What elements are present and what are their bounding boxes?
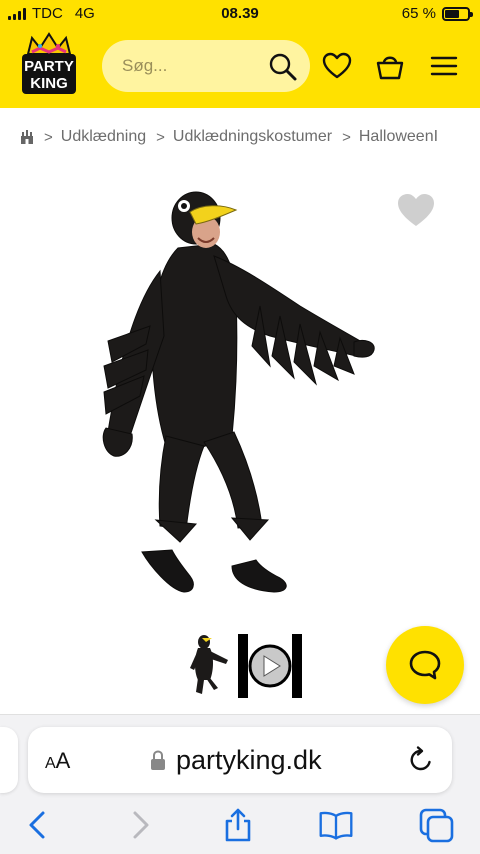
crow-costume-image [102,191,375,593]
status-right: 65 % [401,5,473,22]
battery-fill [445,9,460,18]
breadcrumb-separator: > [156,128,165,146]
partyking-logo[interactable]: PARTY KING [18,32,80,98]
thumbnail-costume[interactable] [186,628,232,698]
address-bar[interactable]: AA partyking.dk [28,727,452,793]
url-domain[interactable]: partyking.dk [176,745,322,776]
status-bar: TDC 4G 08.39 65 % [0,0,480,26]
basket-icon[interactable] [374,50,406,82]
breadcrumb-separator: > [44,128,53,146]
lock-icon [151,750,165,770]
search-icon[interactable] [268,52,298,82]
breadcrumb-item-halloween[interactable]: HalloweenI [359,128,438,146]
logo-text-bottom: KING [30,75,68,92]
text-size-button[interactable]: AA [45,748,70,774]
product-gallery[interactable] [0,166,480,616]
search-box[interactable] [102,40,310,92]
bookmarks-icon[interactable] [318,807,354,843]
heart-icon[interactable] [321,50,353,82]
text-size-small-a: A [45,755,56,772]
home-icon[interactable] [20,130,34,144]
chat-button[interactable] [386,626,464,704]
breadcrumb-separator: > [342,128,351,146]
previous-tab-peek[interactable] [0,727,18,793]
menu-icon[interactable] [428,50,460,82]
breadcrumb-item-udklaedningskostumer[interactable]: Udklædningskostumer [173,128,332,146]
video-play-icon [238,634,302,698]
site-header: PARTY KING [0,26,480,108]
battery-percent: 65 % [401,5,436,22]
share-icon[interactable] [220,807,256,843]
forward-icon[interactable] [122,807,158,843]
back-icon[interactable] [20,807,56,843]
breadcrumb: > Udklædning > Udklædningskostumer > Hal… [0,108,480,166]
text-size-large-a: A [55,748,71,773]
battery-icon [442,6,473,21]
tabs-icon[interactable] [418,807,454,843]
search-input[interactable] [122,56,252,76]
reload-icon[interactable] [406,745,436,775]
favorite-heart-icon[interactable] [396,192,436,228]
browser-toolbar: AA partyking.dk [0,714,480,854]
thumbnail-video[interactable] [238,634,302,698]
chat-bubble-icon [409,650,441,680]
logo-text-top: PARTY [24,58,74,75]
breadcrumb-item-udklaedning[interactable]: Udklædning [61,128,146,146]
